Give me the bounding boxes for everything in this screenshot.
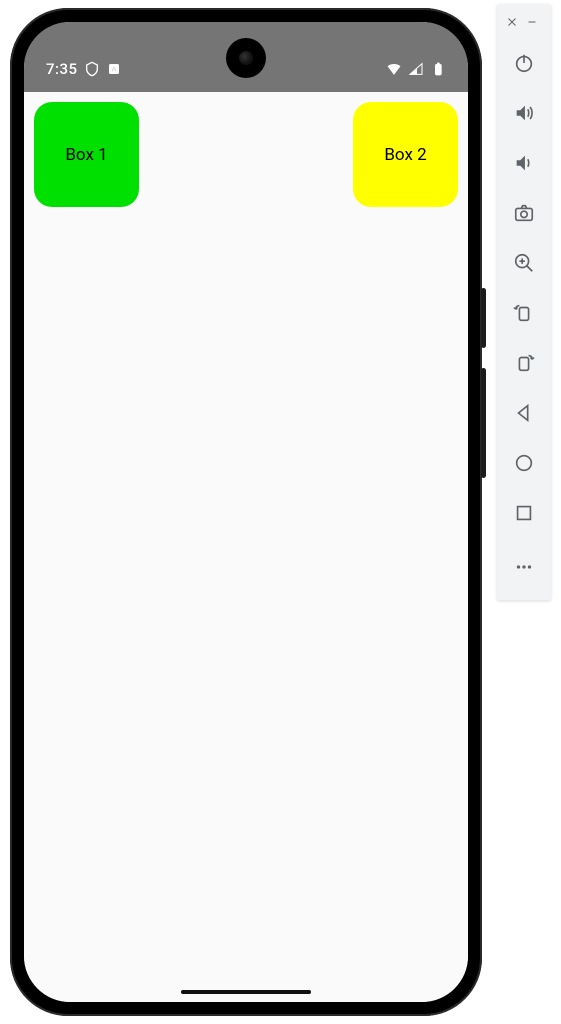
- box-1[interactable]: Box 1: [34, 102, 139, 207]
- device-frame: 7:35 A: [10, 8, 482, 1016]
- box-2-label: Box 2: [384, 145, 426, 165]
- wifi-icon: [386, 61, 402, 77]
- status-bar-left: 7:35 A: [46, 60, 122, 78]
- device-volume-buttons: [481, 368, 486, 478]
- clock: 7:35: [46, 60, 78, 78]
- volume-up-button[interactable]: [504, 93, 544, 133]
- rotate-left-button[interactable]: [504, 293, 544, 333]
- status-bar-right: [386, 61, 446, 77]
- emulator-toolbar: [497, 4, 551, 600]
- camera-notch: [226, 38, 266, 78]
- box-2[interactable]: Box 2: [353, 102, 458, 207]
- shield-icon: [84, 61, 100, 77]
- box-1-label: Box 1: [65, 145, 107, 165]
- signal-icon: [408, 61, 424, 77]
- close-button[interactable]: [505, 15, 519, 29]
- svg-text:A: A: [111, 65, 117, 74]
- back-button[interactable]: [504, 393, 544, 433]
- device-screen: 7:35 A: [24, 22, 468, 1002]
- zoom-in-button[interactable]: [504, 243, 544, 283]
- rotate-right-button[interactable]: [504, 343, 544, 383]
- minimize-button[interactable]: [525, 15, 539, 29]
- battery-icon: [430, 61, 446, 77]
- home-indicator: [181, 990, 311, 994]
- device-power-button: [481, 288, 486, 348]
- volume-down-button[interactable]: [504, 143, 544, 183]
- home-button[interactable]: [504, 443, 544, 483]
- app-content: Box 1 Box 2: [24, 92, 468, 1002]
- power-button[interactable]: [504, 43, 544, 83]
- screenshot-button[interactable]: [504, 193, 544, 233]
- more-button[interactable]: [504, 547, 544, 587]
- emulator-window-controls: [497, 10, 551, 38]
- overview-button[interactable]: [504, 493, 544, 533]
- notification-icon: A: [106, 61, 122, 77]
